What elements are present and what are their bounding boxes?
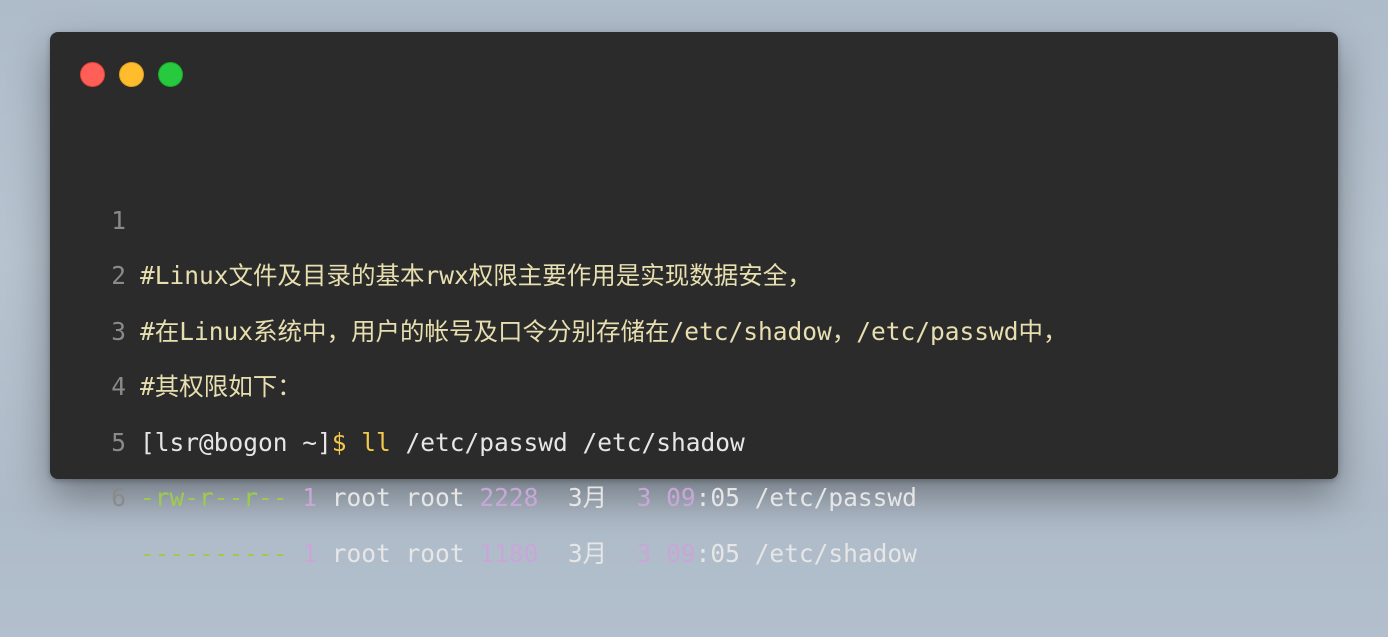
code-token-text: root root (317, 538, 480, 568)
code-line: 5 -rw-r--r-- 1 root root 2228 3月 3 09:05… (50, 359, 1338, 513)
code-line: 2 #在Linux系统中，用户的帐号及口令分别存储在/etc/shadow，/e… (50, 193, 1338, 346)
code-token-text: :05 /etc/shadow (695, 538, 917, 568)
code-token-number: 1 (302, 538, 318, 568)
code-token-permission: -rw-r--r-- (140, 483, 288, 512)
code-token-text: :05 /etc/passwd (695, 483, 917, 512)
line-content: -rw-r--r-- 1 root root 2228 3月 3 09:05 /… (140, 470, 917, 526)
code-token-number: 09 (666, 538, 696, 568)
close-button[interactable] (80, 62, 105, 87)
code-token-number: 3 (636, 538, 652, 568)
code-token-text: 3月 (538, 538, 637, 568)
minimize-button[interactable] (119, 62, 144, 87)
code-token-number: 1180 (479, 538, 539, 568)
terminal-window: 1 #Linux文件及目录的基本rwx权限主要作用是实现数据安全， 2 #在Li… (50, 32, 1338, 568)
window-controls (80, 62, 183, 87)
code-token-number: 1 (302, 483, 318, 512)
code-token-permission: ---------- (140, 538, 288, 568)
code-token-number: 09 (666, 483, 696, 512)
code-token-text: root root (317, 483, 480, 512)
line-content: ---------- 1 root root 1180 3月 3 09:05 /… (140, 526, 917, 582)
maximize-button[interactable] (158, 62, 183, 87)
code-token-text: 3月 (538, 483, 637, 512)
code-line: 1 #Linux文件及目录的基本rwx权限主要作用是实现数据安全， (50, 137, 1338, 291)
code-line: 3 #其权限如下： (50, 248, 1338, 402)
code-line: 4 [lsr@bogon ~]$ ll /etc/passwd /etc/sha… (50, 304, 1338, 457)
code-block: 1 #Linux文件及目录的基本rwx权限主要作用是实现数据安全， 2 #在Li… (50, 137, 1338, 568)
code-line: 6 ---------- 1 root root 1180 3月 3 09:05… (50, 415, 1338, 568)
line-number: 6 (111, 483, 126, 512)
code-token-number: 3 (636, 483, 652, 512)
code-token-number: 2228 (479, 483, 539, 512)
